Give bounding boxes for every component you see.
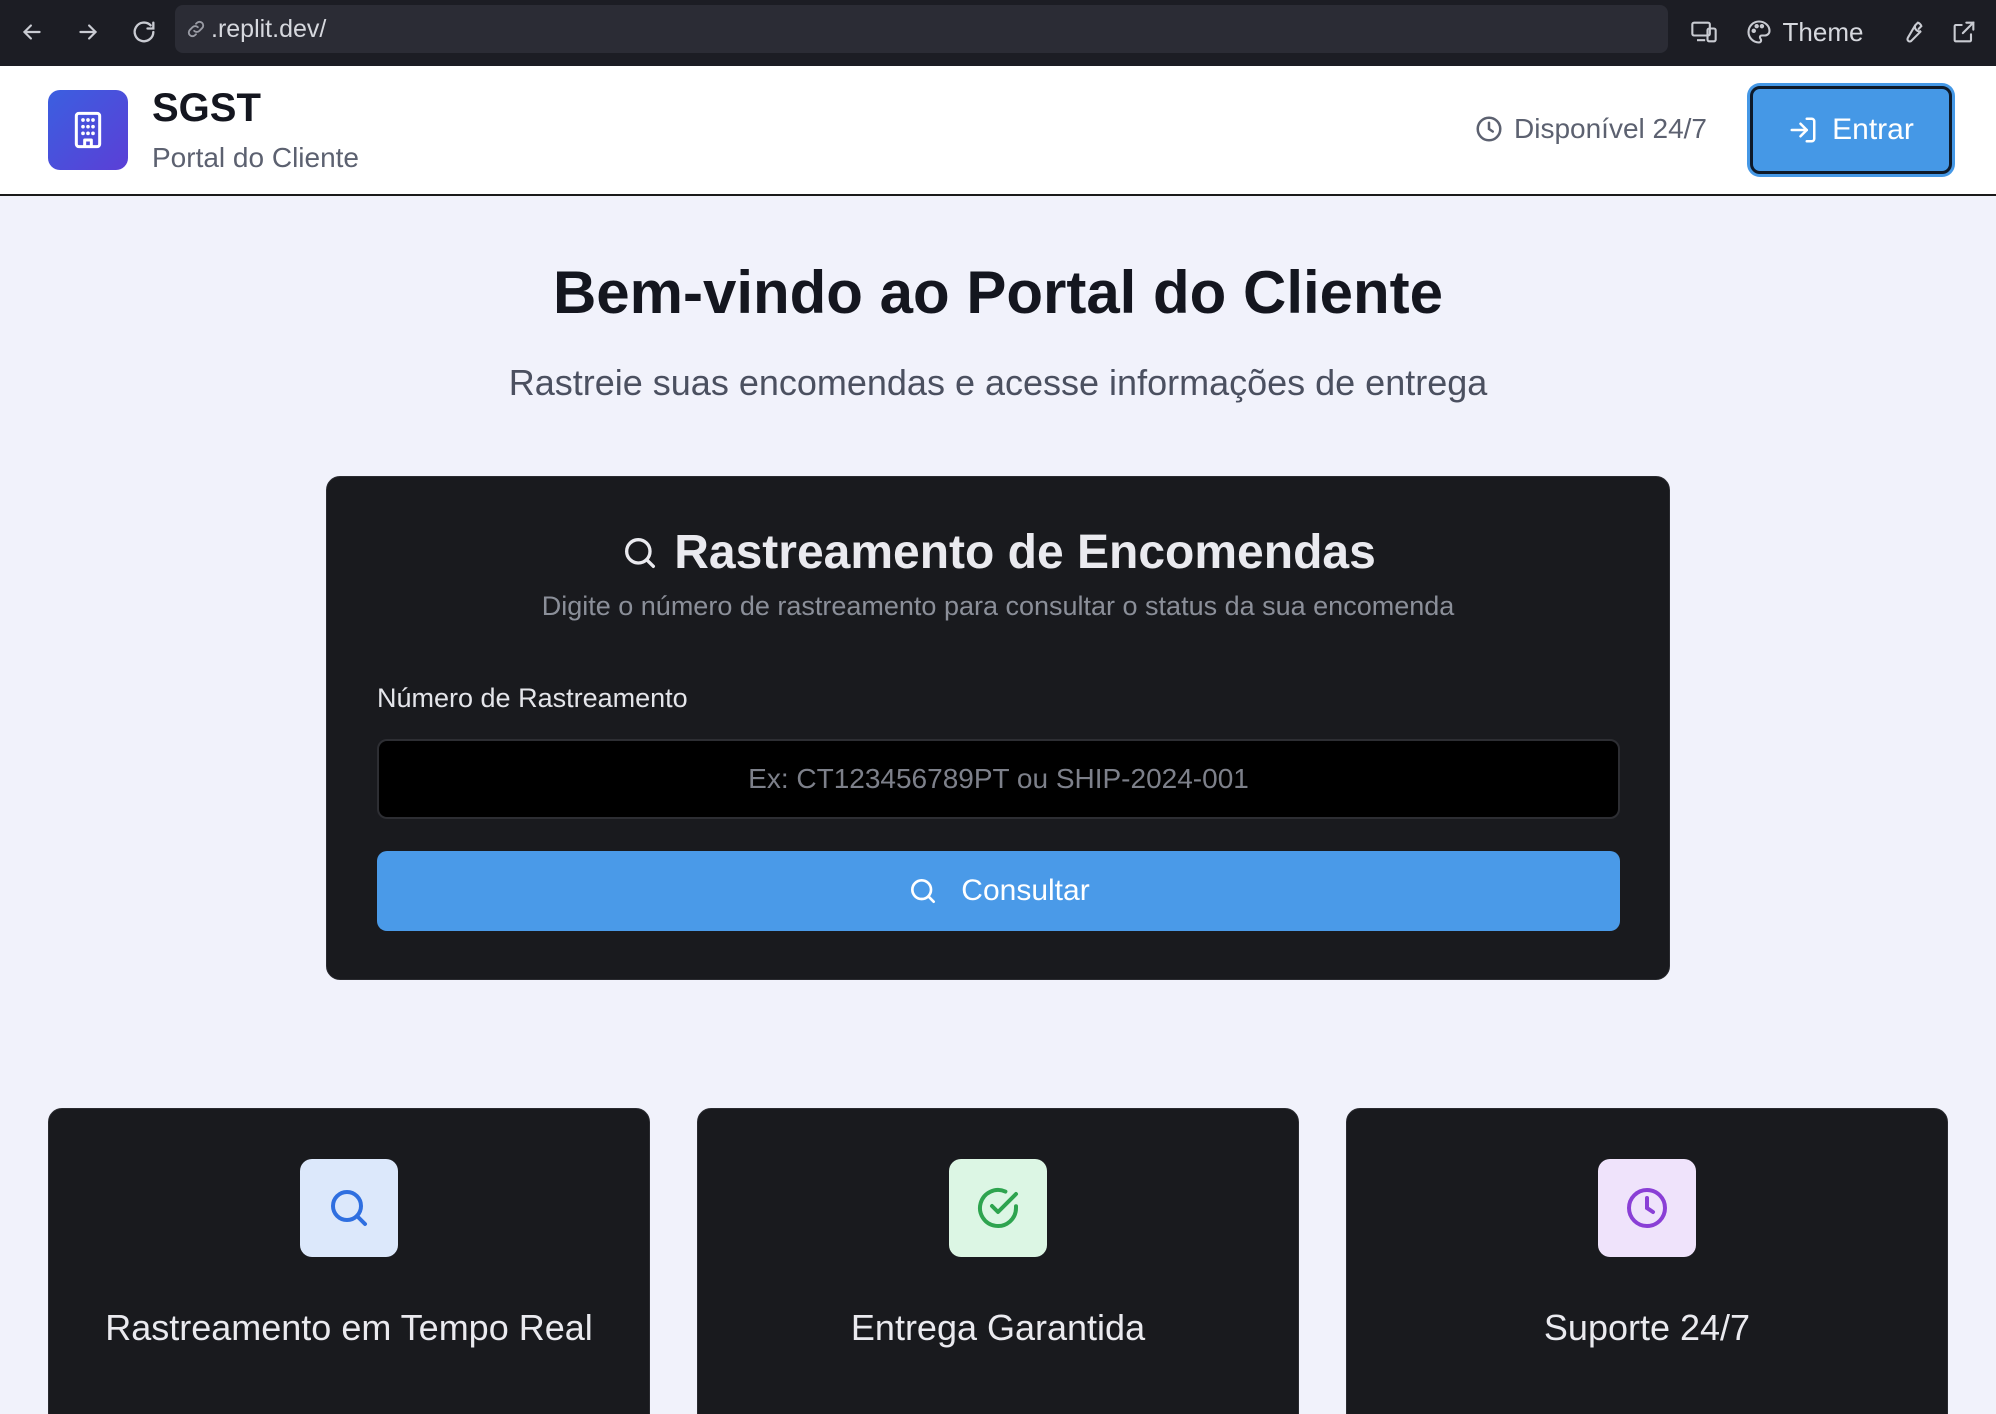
palette-icon <box>1747 20 1771 44</box>
availability-indicator: Disponível 24/7 <box>1474 113 1707 145</box>
external-link-icon <box>1953 21 1975 43</box>
address-bar[interactable]: .replit.dev/ <box>175 5 1668 53</box>
brand-logo[interactable] <box>48 90 128 170</box>
reload-icon <box>133 21 155 43</box>
consult-label: Consultar <box>961 874 1090 907</box>
tracking-card: Rastreamento de Encomendas Digite o núme… <box>326 476 1670 980</box>
theme-button[interactable]: Theme <box>1734 12 1874 52</box>
brand-subtitle: Portal do Cliente <box>152 142 360 173</box>
login-button[interactable]: Entrar <box>1750 86 1952 174</box>
devices-icon <box>1691 21 1717 43</box>
brand-title: SGST <box>152 86 261 130</box>
tracking-header: Rastreamento de Encomendas <box>327 525 1669 580</box>
link-icon <box>185 18 207 40</box>
check-circle-icon <box>978 1188 1018 1228</box>
feature-title: Rastreamento em Tempo Real <box>105 1307 593 1348</box>
feature-card-guaranteed-delivery: Entrega Garantida <box>697 1108 1299 1414</box>
feature-icon-box <box>300 1159 398 1257</box>
availability-text: Disponível 24/7 <box>1514 113 1708 144</box>
devices-button[interactable] <box>1684 12 1724 52</box>
page-subtitle: Rastreie suas encomendas e acesse inform… <box>508 362 1488 403</box>
wrench-icon <box>1906 21 1923 43</box>
search-icon <box>625 537 656 568</box>
arrow-right-icon <box>79 24 98 40</box>
tracking-number-input[interactable] <box>377 739 1620 819</box>
tracking-description: Digite o número de rastreamento para con… <box>541 591 1455 621</box>
search-icon <box>331 1190 367 1226</box>
page-title: Bem-vindo ao Portal do Cliente <box>552 259 1444 326</box>
tracking-title: Rastreamento de Encomendas <box>674 526 1376 579</box>
url-text: .replit.dev/ <box>211 14 327 43</box>
forward-button[interactable] <box>68 12 108 52</box>
back-button[interactable] <box>12 12 52 52</box>
clock-icon <box>1476 116 1502 142</box>
feature-title: Entrega Garantida <box>850 1307 1146 1348</box>
browser-toolbar: .replit.dev/ Theme <box>0 0 1996 66</box>
building-icon <box>74 111 102 149</box>
login-label: Entrar <box>1832 113 1914 146</box>
feature-card-support: Suporte 24/7 <box>1346 1108 1948 1414</box>
feature-icon-box <box>949 1159 1047 1257</box>
feature-icon-box <box>1598 1159 1696 1257</box>
arrow-left-icon <box>22 24 41 40</box>
feature-card-realtime-tracking: Rastreamento em Tempo Real <box>48 1108 650 1414</box>
search-icon <box>911 879 936 903</box>
tracking-number-label: Número de Rastreamento <box>377 683 688 713</box>
log-in-icon <box>1790 117 1816 143</box>
consult-button[interactable]: Consultar <box>377 851 1620 931</box>
open-external-button[interactable] <box>1944 12 1984 52</box>
app-header: SGST Portal do Cliente Disponível 24/7 E… <box>0 66 1996 196</box>
reload-button[interactable] <box>124 12 164 52</box>
tools-button[interactable] <box>1892 12 1932 52</box>
theme-label: Theme <box>1782 16 1864 47</box>
clock-icon <box>1627 1188 1667 1228</box>
feature-title: Suporte 24/7 <box>1543 1307 1751 1348</box>
